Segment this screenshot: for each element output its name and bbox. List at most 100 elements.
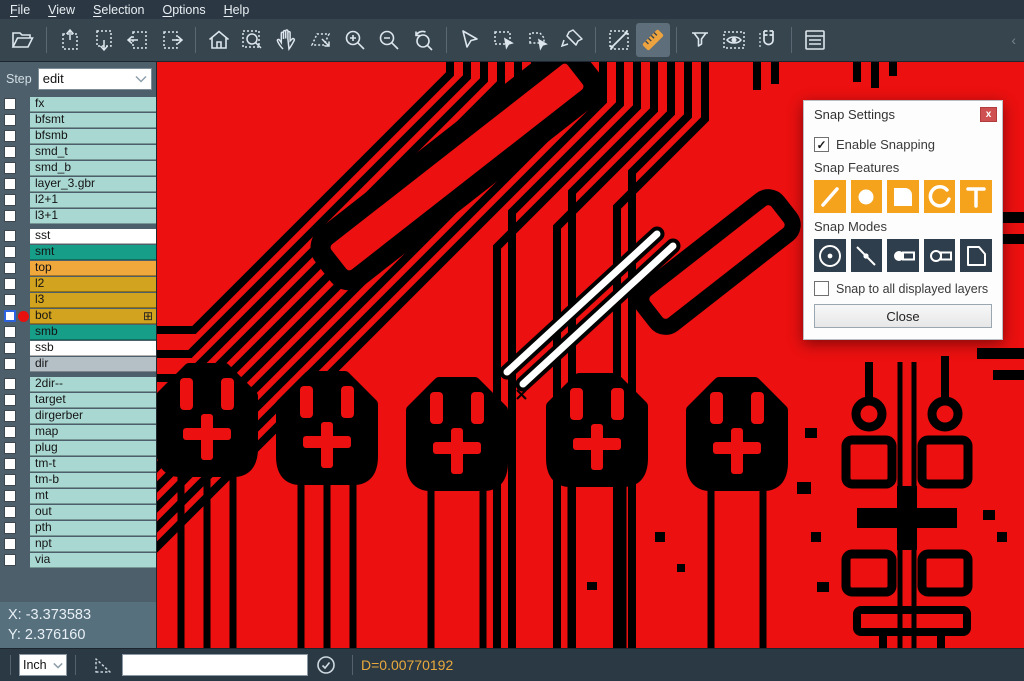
- zoom-in-button[interactable]: [338, 23, 372, 57]
- layer-name-cell[interactable]: dirgerber: [30, 409, 156, 424]
- brush-button[interactable]: [555, 23, 589, 57]
- select-rectangle-button[interactable]: [487, 23, 521, 57]
- layer-name-cell[interactable]: smd_b: [30, 161, 156, 176]
- layer-name-cell[interactable]: smb: [30, 325, 156, 340]
- view-options-button[interactable]: [717, 23, 751, 57]
- layer-name-cell[interactable]: target: [30, 393, 156, 408]
- layer-name-cell[interactable]: layer_3.gbr: [30, 177, 156, 192]
- snap-mode-polygon-button[interactable]: [960, 239, 992, 272]
- layer-visibility-checkbox[interactable]: [4, 130, 16, 142]
- layer-visibility-checkbox[interactable]: [4, 326, 16, 338]
- layer-visibility-checkbox[interactable]: [4, 490, 16, 502]
- select-polygon-button[interactable]: [521, 23, 555, 57]
- snap-all-layers-row[interactable]: Snap to all displayed layers: [814, 281, 992, 296]
- layer-name-cell[interactable]: via: [30, 553, 156, 568]
- layer-visibility-checkbox[interactable]: [4, 554, 16, 566]
- layer-visibility-checkbox[interactable]: [4, 506, 16, 518]
- layer-name-cell[interactable]: pth: [30, 521, 156, 536]
- layer-visibility-checkbox[interactable]: [4, 426, 16, 438]
- layer-name-cell[interactable]: fx: [30, 97, 156, 112]
- layer-name-cell[interactable]: sst: [30, 229, 156, 244]
- layer-visibility-checkbox[interactable]: [4, 178, 16, 190]
- menu-help[interactable]: Help: [224, 3, 260, 17]
- layer-visibility-checkbox[interactable]: [4, 162, 16, 174]
- snap-button[interactable]: [751, 23, 785, 57]
- layer-name-cell[interactable]: smd_t: [30, 145, 156, 160]
- layer-name-cell[interactable]: mt: [30, 489, 156, 504]
- layer-visibility-checkbox[interactable]: [4, 146, 16, 158]
- snap-feature-text-button[interactable]: [960, 180, 992, 213]
- measure-input[interactable]: [122, 654, 308, 676]
- layer-name-cell[interactable]: l3: [30, 293, 156, 308]
- snap-feature-arc-button[interactable]: [924, 180, 956, 213]
- open-file-button[interactable]: [6, 23, 40, 57]
- layer-visibility-checkbox[interactable]: [4, 210, 16, 222]
- dialog-titlebar[interactable]: Snap Settings x: [804, 101, 1002, 127]
- angle-measure-icon[interactable]: [92, 654, 114, 676]
- layer-name-cell[interactable]: l2+1: [30, 193, 156, 208]
- layer-visibility-checkbox[interactable]: [4, 458, 16, 470]
- layer-visibility-checkbox[interactable]: [4, 394, 16, 406]
- pan-hand-button[interactable]: [270, 23, 304, 57]
- layer-name-cell[interactable]: npt: [30, 537, 156, 552]
- layer-visibility-checkbox[interactable]: [4, 410, 16, 422]
- layer-visibility-checkbox[interactable]: [4, 310, 16, 322]
- filter-button[interactable]: [683, 23, 717, 57]
- layer-name-cell[interactable]: ssb: [30, 341, 156, 356]
- menu-options[interactable]: Options: [162, 3, 215, 17]
- report-button[interactable]: [798, 23, 832, 57]
- dialog-close-button[interactable]: Close: [814, 304, 992, 328]
- layer-visibility-checkbox[interactable]: [4, 378, 16, 390]
- measure-distance-button[interactable]: [602, 23, 636, 57]
- layer-name-cell[interactable]: plug: [30, 441, 156, 456]
- pan-up-button[interactable]: [53, 23, 87, 57]
- snap-mode-slot-filled-button[interactable]: [887, 239, 919, 272]
- layer-visibility-checkbox[interactable]: [4, 114, 16, 126]
- menu-selection[interactable]: Selection: [93, 3, 154, 17]
- snap-feature-line-button[interactable]: [814, 180, 846, 213]
- snap-feature-surface-button[interactable]: [887, 180, 919, 213]
- zoom-out-button[interactable]: [372, 23, 406, 57]
- layer-visibility-checkbox[interactable]: [4, 278, 16, 290]
- layer-visibility-checkbox[interactable]: [4, 538, 16, 550]
- layer-name-cell[interactable]: map: [30, 425, 156, 440]
- layer-name-cell[interactable]: tm-t: [30, 457, 156, 472]
- layer-visibility-checkbox[interactable]: [4, 474, 16, 486]
- snap-mode-slot-outline-button[interactable]: [924, 239, 956, 272]
- snap-mode-point-on-line-button[interactable]: [851, 239, 883, 272]
- layer-name-cell[interactable]: l2: [30, 277, 156, 292]
- layer-name-cell[interactable]: out: [30, 505, 156, 520]
- zoom-dynamic-button[interactable]: [304, 23, 338, 57]
- enable-snapping-row[interactable]: ✓ Enable Snapping: [814, 137, 992, 152]
- layer-visibility-checkbox[interactable]: [4, 194, 16, 206]
- zoom-window-button[interactable]: [236, 23, 270, 57]
- enable-snapping-checkbox[interactable]: ✓: [814, 137, 829, 152]
- layer-name-cell[interactable]: dir: [30, 357, 156, 372]
- snap-feature-circle-button[interactable]: [851, 180, 883, 213]
- layer-name-cell[interactable]: smt: [30, 245, 156, 260]
- layer-name-cell[interactable]: tm-b: [30, 473, 156, 488]
- step-select[interactable]: edit: [38, 68, 152, 90]
- zoom-previous-button[interactable]: [406, 23, 440, 57]
- dialog-close-icon[interactable]: x: [980, 107, 997, 122]
- layer-name-cell[interactable]: 2dir--: [30, 377, 156, 392]
- layer-visibility-checkbox[interactable]: [4, 342, 16, 354]
- pan-left-button[interactable]: [121, 23, 155, 57]
- layer-visibility-checkbox[interactable]: [4, 358, 16, 370]
- pan-down-button[interactable]: [87, 23, 121, 57]
- layer-name-cell[interactable]: top: [30, 261, 156, 276]
- layer-name-cell[interactable]: bfsmt: [30, 113, 156, 128]
- layer-visibility-checkbox[interactable]: [4, 98, 16, 110]
- layer-visibility-checkbox[interactable]: [4, 230, 16, 242]
- layer-name-cell[interactable]: bot⊞: [30, 309, 156, 324]
- layer-visibility-checkbox[interactable]: [4, 262, 16, 274]
- menu-file[interactable]: File: [10, 3, 40, 17]
- layer-name-cell[interactable]: bfsmb: [30, 129, 156, 144]
- snap-mode-center-button[interactable]: [814, 239, 846, 272]
- layer-visibility-checkbox[interactable]: [4, 246, 16, 258]
- units-select[interactable]: Inch: [19, 654, 67, 676]
- layer-name-cell[interactable]: l3+1: [30, 209, 156, 224]
- menu-view[interactable]: View: [48, 3, 85, 17]
- ruler-button[interactable]: [636, 23, 670, 57]
- pan-right-button[interactable]: [155, 23, 189, 57]
